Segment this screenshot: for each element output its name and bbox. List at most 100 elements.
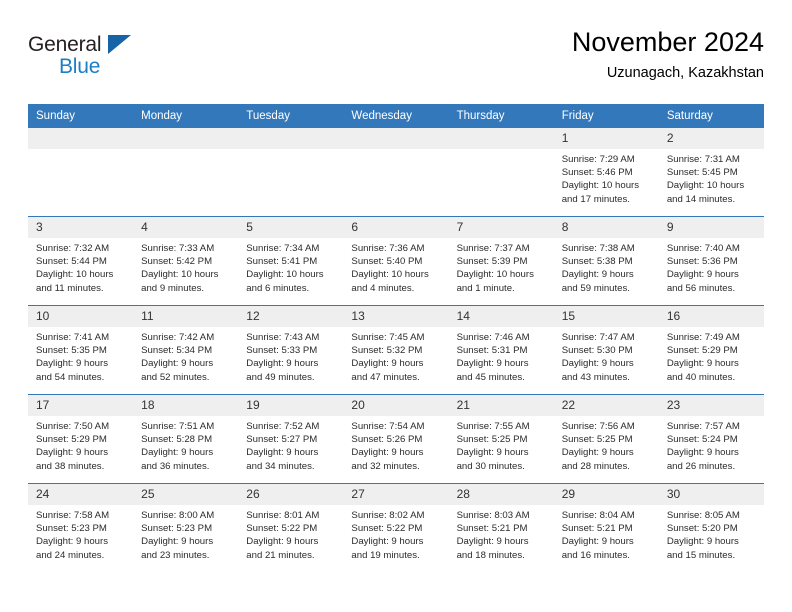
calendar-day-cell[interactable]: 29 Sunrise: 8:04 AM Sunset: 5:21 PM Dayligh… [553,483,659,573]
sunset-text: Sunset: 5:45 PM [666,167,738,179]
day-number: 30 [658,484,764,505]
sunset-text: Sunset: 5:36 PM [666,256,738,268]
calendar-day-cell[interactable]: 10 Sunrise: 7:41 AM Sunset: 5:35 PM Dayligh… [28,305,134,395]
calendar-day-cell[interactable]: 30 Sunrise: 8:05 AM Sunset: 5:20 PM Dayligh… [658,483,764,573]
calendar-day-cell[interactable]: 15 Sunrise: 7:47 AM Sunset: 5:30 PM Dayligh… [553,305,659,395]
day-details: Sunrise: 7:29 AM Sunset: 5:46 PM Daylight:… [554,149,659,206]
sunrise-text: Sunrise: 7:42 AM [141,332,215,343]
logo-triangle-icon [108,35,131,54]
calendar-day-cell[interactable]: 26 Sunrise: 8:01 AM Sunset: 5:22 PM Dayligh… [238,483,344,573]
daylight-text-line2: and 14 minutes. [666,193,736,205]
calendar-day-cell[interactable]: 19 Sunrise: 7:52 AM Sunset: 5:27 PM Dayligh… [238,394,344,484]
daylight-text-line2: and 43 minutes. [561,371,630,383]
calendar-day-cell[interactable]: 7 Sunrise: 7:37 AM Sunset: 5:39 PM Daylight… [448,216,554,306]
calendar-day-cell[interactable]: 21 Sunrise: 7:55 AM Sunset: 5:25 PM Dayligh… [448,394,554,484]
sunset-text: Sunset: 5:21 PM [561,523,633,535]
calendar-day-cell[interactable]: 11 Sunrise: 7:42 AM Sunset: 5:34 PM Dayligh… [133,305,239,395]
daylight-text-line1: Daylight: 9 hours [456,536,529,548]
day-details: Sunrise: 7:37 AM Sunset: 5:39 PM Daylight:… [449,238,554,295]
sunset-text: Sunset: 5:34 PM [141,345,213,357]
daylight-text-line1: Daylight: 10 hours [666,180,745,192]
day-details: Sunrise: 7:55 AM Sunset: 5:25 PM Daylight:… [449,416,554,473]
sunrise-text: Sunrise: 7:37 AM [456,243,530,254]
calendar-day-cell[interactable]: 20 Sunrise: 7:54 AM Sunset: 5:26 PM Dayligh… [343,394,449,484]
day-number [343,128,449,149]
sunrise-text: Sunrise: 7:51 AM [141,421,215,432]
calendar-day-cell[interactable]: 23 Sunrise: 7:57 AM Sunset: 5:24 PM Dayligh… [658,394,764,484]
day-details: Sunrise: 7:50 AM Sunset: 5:29 PM Daylight:… [28,416,133,473]
daylight-text-line1: Daylight: 9 hours [561,269,634,281]
calendar-day-cell[interactable]: 28 Sunrise: 8:03 AM Sunset: 5:21 PM Dayligh… [448,483,554,573]
calendar-day-cell[interactable]: 17 Sunrise: 7:50 AM Sunset: 5:29 PM Dayligh… [28,394,134,484]
calendar-day-cell[interactable]: 8 Sunrise: 7:38 AM Sunset: 5:38 PM Daylight… [553,216,659,306]
daylight-text-line1: Daylight: 9 hours [141,447,214,459]
day-number: 12 [238,306,344,327]
day-details: Sunrise: 8:05 AM Sunset: 5:20 PM Daylight:… [659,505,764,562]
sunset-text: Sunset: 5:25 PM [456,434,528,446]
calendar-day-cell[interactable]: 25 Sunrise: 8:00 AM Sunset: 5:23 PM Dayligh… [133,483,239,573]
calendar-header-row: Sunday Monday Tuesday Wednesday Thursday… [28,104,764,128]
calendar-week-row: 3 Sunrise: 7:32 AM Sunset: 5:44 PM Daylight… [28,216,764,306]
calendar-day-cell[interactable]: 12 Sunrise: 7:43 AM Sunset: 5:33 PM Dayligh… [238,305,344,395]
day-details: Sunrise: 7:54 AM Sunset: 5:26 PM Daylight:… [343,416,448,473]
sunset-text: Sunset: 5:30 PM [561,345,633,357]
calendar-day-cell[interactable]: 13 Sunrise: 7:45 AM Sunset: 5:32 PM Dayligh… [343,305,449,395]
calendar-day-cell[interactable]: 5 Sunrise: 7:34 AM Sunset: 5:41 PM Daylight… [238,216,344,306]
day-details: Sunrise: 7:40 AM Sunset: 5:36 PM Daylight:… [659,238,764,295]
daylight-text-line2: and 24 minutes. [36,549,105,561]
daylight-text-line2: and 11 minutes. [36,282,104,294]
calendar-day-cell[interactable]: 27 Sunrise: 8:02 AM Sunset: 5:22 PM Dayligh… [343,483,449,573]
calendar-day-cell[interactable]: 18 Sunrise: 7:51 AM Sunset: 5:28 PM Dayligh… [133,394,239,484]
calendar-page: General Blue November 2024 Uzunagach, Ka… [0,0,792,612]
calendar-day-cell[interactable]: 3 Sunrise: 7:32 AM Sunset: 5:44 PM Daylight… [28,216,134,306]
day-number: 10 [28,306,134,327]
general-blue-logo: General Blue [28,26,146,86]
daylight-text-line1: Daylight: 9 hours [246,447,319,459]
daylight-text-line1: Daylight: 10 hours [561,180,640,192]
page-title: November 2024 [571,27,764,57]
calendar-day-cell[interactable]: 14 Sunrise: 7:46 AM Sunset: 5:31 PM Dayligh… [448,305,554,395]
sunrise-text: Sunrise: 7:41 AM [36,332,110,343]
daylight-text-line2: and 19 minutes. [351,549,420,561]
daylight-text-line2: and 34 minutes. [246,460,315,472]
daylight-text-line2: and 28 minutes. [561,460,630,472]
day-details: Sunrise: 7:34 AM Sunset: 5:41 PM Daylight:… [238,238,343,295]
daylight-text-line2: and 6 minutes. [246,282,310,294]
calendar-day-cell[interactable]: 6 Sunrise: 7:36 AM Sunset: 5:40 PM Daylight… [343,216,449,306]
day-details: Sunrise: 7:52 AM Sunset: 5:27 PM Daylight:… [238,416,343,473]
sunset-text: Sunset: 5:21 PM [456,523,528,535]
calendar-week-row: 10 Sunrise: 7:41 AM Sunset: 5:35 PM Dayligh… [28,305,764,395]
calendar-day-cell[interactable]: 9 Sunrise: 7:40 AM Sunset: 5:36 PM Daylight… [658,216,764,306]
day-details: Sunrise: 7:42 AM Sunset: 5:34 PM Daylight:… [133,327,238,384]
sunrise-text: Sunrise: 7:46 AM [456,332,530,343]
day-number: 19 [238,395,344,416]
sunrise-text: Sunrise: 8:04 AM [561,510,635,521]
sunrise-text: Sunrise: 8:00 AM [141,510,215,521]
day-number: 1 [553,128,659,149]
daylight-text-line2: and 16 minutes. [561,549,630,561]
calendar-day-cell[interactable]: 16 Sunrise: 7:49 AM Sunset: 5:29 PM Dayligh… [658,305,764,395]
calendar-day-cell[interactable]: 1 Sunrise: 7:29 AM Sunset: 5:46 PM Daylight… [553,127,659,217]
sunrise-text: Sunrise: 7:58 AM [36,510,110,521]
sunset-text: Sunset: 5:39 PM [456,256,528,268]
day-number: 20 [343,395,449,416]
sunset-text: Sunset: 5:25 PM [561,434,633,446]
calendar-day-cell[interactable]: 2 Sunrise: 7:31 AM Sunset: 5:45 PM Daylight… [658,127,764,217]
calendar-day-cell[interactable]: 4 Sunrise: 7:33 AM Sunset: 5:42 PM Daylight… [133,216,239,306]
sunrise-text: Sunrise: 8:01 AM [246,510,320,521]
day-number: 3 [28,217,134,238]
day-details: Sunrise: 7:58 AM Sunset: 5:23 PM Daylight:… [28,505,133,562]
sunrise-text: Sunrise: 8:05 AM [666,510,740,521]
daylight-text-line2: and 49 minutes. [246,371,315,383]
day-details: Sunrise: 8:03 AM Sunset: 5:21 PM Daylight:… [449,505,554,562]
daylight-text-line1: Daylight: 9 hours [666,358,739,370]
sunrise-text: Sunrise: 7:47 AM [561,332,635,343]
sunset-text: Sunset: 5:20 PM [666,523,738,535]
calendar-day-cell[interactable]: 22 Sunrise: 7:56 AM Sunset: 5:25 PM Dayligh… [553,394,659,484]
calendar-day-cell[interactable]: 24 Sunrise: 7:58 AM Sunset: 5:23 PM Dayligh… [28,483,134,573]
day-details: Sunrise: 8:00 AM Sunset: 5:23 PM Daylight:… [133,505,238,562]
day-details: Sunrise: 7:56 AM Sunset: 5:25 PM Daylight:… [554,416,659,473]
calendar-day-cell-empty [133,127,239,217]
day-details: Sunrise: 7:57 AM Sunset: 5:24 PM Daylight:… [659,416,764,473]
day-number: 17 [28,395,134,416]
